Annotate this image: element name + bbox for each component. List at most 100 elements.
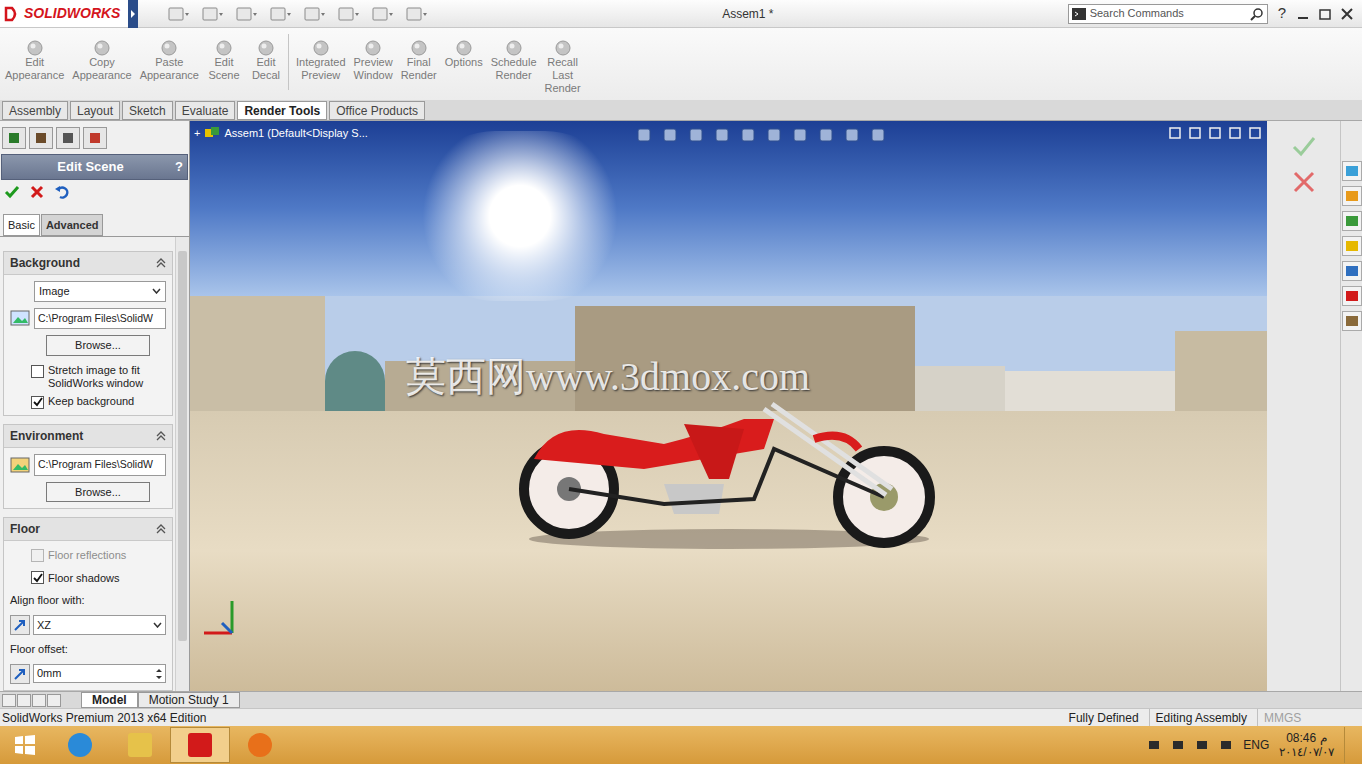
offset-field[interactable]: 0mm [33,664,166,683]
graphics-viewport[interactable]: 莫西网www.3dmox.com+Assem1 (Default<Display… [190,121,1267,691]
task-pane-tab[interactable] [1342,236,1362,256]
taskbar-app[interactable] [110,727,170,763]
search-box[interactable]: Search Commands [1068,4,1268,24]
browse-button[interactable]: Browse... [46,335,150,356]
taskbar-app[interactable] [170,727,230,763]
view-settings-icon[interactable] [870,127,888,143]
group-header[interactable]: Background [4,252,172,275]
zoom-fit-icon[interactable] [636,127,654,143]
tab[interactable]: Evaluate [175,101,236,120]
background-type-select[interactable]: Image [34,281,166,302]
path-field[interactable]: C:\Program Files\SolidW [34,454,166,476]
ribbon-button[interactable]: PreviewWindow [351,40,396,82]
tab[interactable]: Layout [70,101,120,120]
flag-icon[interactable] [1171,738,1185,752]
previous-view-icon[interactable] [688,127,706,143]
minimize-icon[interactable] [1296,7,1310,21]
bottom-tab[interactable]: Motion Study 1 [138,692,240,708]
first-tab-icon[interactable] [2,694,16,707]
undo-icon[interactable] [54,184,70,200]
ribbon-button[interactable]: IntegratedPreview [293,40,349,82]
manager-tab[interactable] [83,127,107,149]
checkbox[interactable] [31,365,44,378]
manager-tab[interactable] [29,127,53,149]
undo-icon[interactable] [304,6,326,22]
close-icon[interactable] [1249,127,1261,139]
group-header[interactable]: Environment [4,425,172,448]
option-row[interactable]: Floor shadows [10,570,166,587]
task-pane-tab[interactable] [1342,211,1362,231]
confirm-icon[interactable] [1292,135,1316,157]
checkbox[interactable] [31,549,44,562]
close-icon[interactable] [1340,7,1354,21]
ribbon-button[interactable]: Options [442,40,486,69]
scrollbar[interactable] [175,237,189,691]
collapse-icon[interactable] [156,524,166,534]
task-pane-tab[interactable] [1342,286,1362,306]
rebuild-icon[interactable] [372,6,394,22]
ok-icon[interactable] [4,184,20,200]
manager-tab[interactable] [2,127,26,149]
spinner-icon[interactable] [153,666,165,682]
pm-help[interactable]: ? [175,157,183,177]
task-pane-tab[interactable] [1342,311,1362,331]
next-tab-icon[interactable] [32,694,46,707]
tray-arrow-icon[interactable] [1147,738,1161,752]
motorcycle-model[interactable] [514,389,938,549]
feature-tree-flyout[interactable]: +Assem1 (Default<Display S... [194,125,368,142]
tile-left-icon[interactable] [1169,127,1181,139]
browse-button[interactable]: Browse... [46,482,150,503]
group-header[interactable]: Floor [4,518,172,541]
prev-tab-icon[interactable] [17,694,31,707]
apply-scene-icon[interactable] [844,127,862,143]
pm-subtab[interactable]: Basic [3,214,40,237]
ribbon-button[interactable]: RecallLastRender [542,40,584,95]
ribbon-button[interactable]: PasteAppearance [137,40,202,82]
view-orientation-icon[interactable] [740,127,758,143]
tab[interactable]: Assembly [2,101,68,120]
cancel-corner-icon[interactable] [1293,171,1315,193]
hide-show-icon[interactable] [792,127,810,143]
open-icon[interactable] [202,6,224,22]
volume-icon[interactable] [1219,738,1233,752]
pm-subtab[interactable]: Advanced [41,214,104,237]
cancel-icon[interactable] [30,185,44,199]
save-icon[interactable] [236,6,258,22]
clock[interactable]: 08:46م٢٠١٤/٠٧/٠٧ [1279,731,1334,759]
restore-icon[interactable] [1318,7,1332,21]
search-icon[interactable] [1250,7,1264,21]
ribbon-button[interactable]: EditDecal [246,40,286,82]
select-icon[interactable] [338,6,360,22]
offset-icon[interactable] [10,664,30,684]
flyout-arrow-icon[interactable] [128,0,138,28]
manager-tab[interactable] [56,127,80,149]
tab[interactable]: Office Products [329,101,425,120]
taskbar-app[interactable] [50,727,110,763]
section-icon[interactable] [714,127,732,143]
ribbon-button[interactable]: EditAppearance [2,40,67,82]
zoom-area-icon[interactable] [662,127,680,143]
task-pane-tab[interactable] [1342,161,1362,181]
help-button[interactable]: ? [1278,2,1286,25]
minimize-icon[interactable] [1209,127,1221,139]
logo[interactable]: SOLIDWORKS [0,0,128,27]
language-indicator[interactable]: ENG [1243,736,1269,754]
tab[interactable]: Sketch [122,101,173,120]
direction-icon[interactable] [10,615,30,635]
option-row[interactable]: Stretch image to fit SolidWorks window [10,364,166,390]
last-tab-icon[interactable] [47,694,61,707]
edit-appearance-icon[interactable] [818,127,836,143]
ribbon-button[interactable]: CopyAppearance [69,40,134,82]
options-icon[interactable] [406,6,428,22]
ribbon-button[interactable]: EditScene [204,40,244,82]
taskbar-app[interactable] [230,727,290,763]
bottom-tab[interactable]: Model [81,692,138,708]
ribbon-button[interactable]: FinalRender [398,40,440,82]
checkbox[interactable] [31,571,44,584]
restore-icon[interactable] [1229,127,1241,139]
collapse-icon[interactable] [156,431,166,441]
option-row[interactable]: Keep background [10,395,166,409]
collapse-icon[interactable] [156,258,166,268]
path-field[interactable]: C:\Program Files\SolidW [34,308,166,330]
checkbox[interactable] [31,396,44,409]
